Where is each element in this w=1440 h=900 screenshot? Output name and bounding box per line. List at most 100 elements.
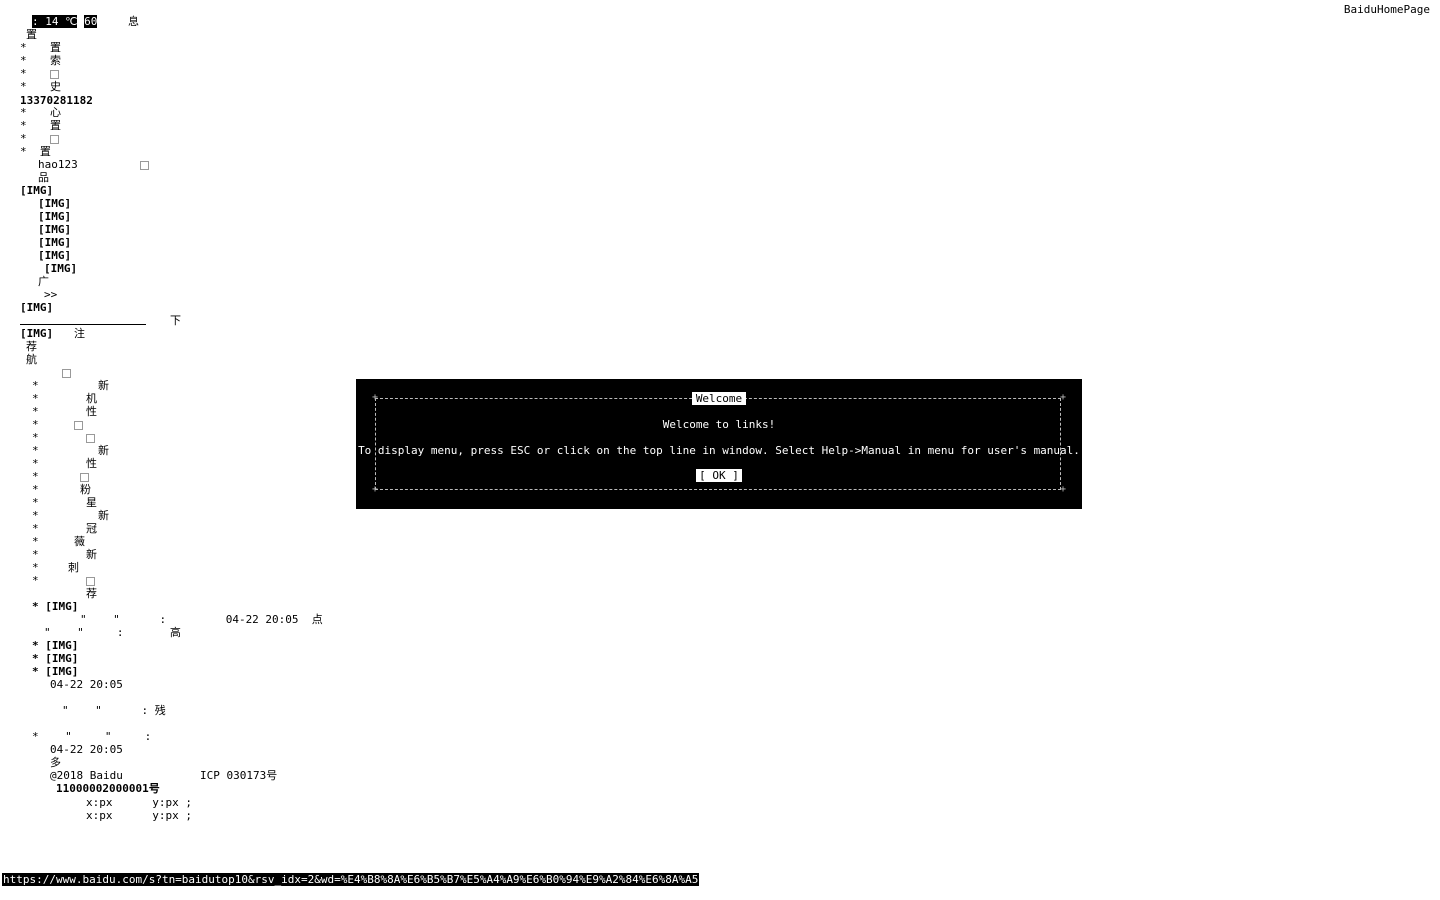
menu-bullet: * bbox=[20, 119, 27, 132]
hot-bullet: * bbox=[32, 483, 39, 496]
menu-item-advanced-search[interactable]: 索 bbox=[50, 54, 61, 67]
glyph-box-link[interactable] bbox=[140, 158, 149, 171]
hot-item[interactable]: 性 bbox=[86, 457, 97, 470]
dialog-title: Welcome bbox=[356, 392, 1082, 405]
menu-item-search-settings[interactable]: 置 bbox=[50, 41, 61, 54]
dialog-message-1: Welcome to links! bbox=[662, 418, 776, 431]
nav-image[interactable]: [IMG] bbox=[38, 223, 71, 236]
menu-bullet: * bbox=[20, 106, 27, 119]
nav-image[interactable]: [IMG] bbox=[38, 210, 71, 223]
products-link[interactable]: 品 bbox=[38, 171, 49, 184]
register-image[interactable]: [IMG] bbox=[20, 327, 53, 340]
hot-item[interactable]: 性 bbox=[86, 405, 97, 418]
search-button[interactable]: 下 bbox=[170, 314, 181, 327]
hot-item[interactable] bbox=[86, 574, 95, 587]
hot-item[interactable] bbox=[80, 470, 89, 483]
more-link[interactable]: 多 bbox=[50, 756, 61, 769]
more-arrow-link[interactable]: >> bbox=[44, 288, 57, 301]
hot-item[interactable] bbox=[86, 431, 95, 444]
debug-line: x:px y:px ; bbox=[86, 796, 192, 809]
hao123-link[interactable]: hao123 bbox=[38, 158, 78, 171]
hot-bullet: * bbox=[32, 574, 39, 587]
menu-bullet: * bbox=[20, 54, 27, 67]
hot-item[interactable]: 新 bbox=[86, 548, 97, 561]
hot-item[interactable]: 刺 bbox=[68, 561, 79, 574]
promo-image[interactable]: [IMG] bbox=[20, 301, 53, 314]
hot-item[interactable]: 新 bbox=[98, 379, 109, 392]
menu-bullet: * bbox=[20, 41, 27, 54]
news-image[interactable]: * [IMG] bbox=[32, 600, 78, 613]
register-link[interactable]: 注 bbox=[74, 327, 85, 340]
hot-bullet: * bbox=[32, 509, 39, 522]
glyph-box-icon bbox=[80, 472, 89, 482]
hot-bullet: * bbox=[32, 392, 39, 405]
news-line[interactable]: * " " : bbox=[32, 730, 151, 743]
nav-image[interactable]: [IMG] bbox=[38, 249, 71, 262]
hot-bullet: * bbox=[32, 548, 39, 561]
hot-bullet: * bbox=[32, 522, 39, 535]
menu-settings-footer[interactable]: * 置 bbox=[20, 145, 51, 158]
icp-link[interactable]: ICP 030173号 bbox=[200, 769, 277, 782]
glyph-box-icon bbox=[50, 134, 59, 144]
glyph-box-icon bbox=[140, 160, 149, 170]
weather-link[interactable]: : 14 ℃ bbox=[32, 15, 78, 28]
debug-line: x:px y:px ; bbox=[86, 809, 192, 822]
glyph-box-icon bbox=[86, 433, 95, 443]
hot-bullet: * bbox=[32, 457, 39, 470]
copyright: @2018 Baidu bbox=[50, 769, 123, 782]
hot-tail[interactable]: 荐 bbox=[86, 587, 97, 600]
news-line[interactable]: " " : 04-22 20:05 点 bbox=[80, 613, 323, 626]
frame-corner: + bbox=[1059, 484, 1066, 495]
hot-item[interactable]: 新 bbox=[98, 509, 109, 522]
menu-item-blank[interactable] bbox=[50, 67, 59, 80]
hot-bullet: * bbox=[32, 561, 39, 574]
nav-image[interactable]: [IMG] bbox=[38, 236, 71, 249]
glyph-box-icon bbox=[62, 368, 71, 378]
hot-bullet: * bbox=[32, 405, 39, 418]
news-line[interactable]: " " : 高 bbox=[44, 626, 181, 639]
news-timestamp: 04-22 20:05 bbox=[50, 678, 123, 691]
logo-image[interactable]: [IMG] bbox=[20, 184, 53, 197]
glyph-box-link[interactable] bbox=[62, 366, 71, 379]
hot-bullet: * bbox=[32, 418, 39, 431]
hot-item[interactable]: 薇 bbox=[74, 535, 85, 548]
hot-item[interactable]: 机 bbox=[86, 392, 97, 405]
glyph-box-icon bbox=[86, 576, 95, 586]
news-image[interactable]: * [IMG] bbox=[32, 665, 78, 678]
weather-bar: : 14 ℃ 60 bbox=[32, 15, 98, 28]
news-image[interactable]: * [IMG] bbox=[32, 639, 78, 652]
menu-item-account-settings[interactable]: 置 bbox=[50, 119, 61, 132]
document-title: BaiduHomePage bbox=[1343, 3, 1430, 16]
menu-item-history[interactable]: 史 bbox=[50, 80, 61, 93]
nav-image[interactable]: [IMG] bbox=[38, 197, 71, 210]
recommend-label: 荐 bbox=[26, 340, 37, 353]
news-line[interactable]: " " : 残 bbox=[62, 704, 166, 717]
aqi-link[interactable]: 60 bbox=[84, 15, 98, 28]
hot-item[interactable]: 粉 bbox=[80, 483, 91, 496]
message-link[interactable]: 息 bbox=[128, 15, 139, 28]
menu-item-blank-2[interactable] bbox=[50, 132, 59, 145]
hot-bullet: * bbox=[32, 431, 39, 444]
hot-item[interactable] bbox=[74, 418, 83, 431]
hot-bullet: * bbox=[32, 379, 39, 392]
welcome-dialog: + + + + Welcome Welcome to links! To dis… bbox=[356, 379, 1082, 509]
dialog-message-2: To display menu, press ESC or click on t… bbox=[358, 444, 1080, 457]
hot-item[interactable]: 新 bbox=[98, 444, 109, 457]
search-input[interactable] bbox=[20, 324, 146, 325]
hot-bullet: * bbox=[32, 444, 39, 457]
hot-bullet: * bbox=[32, 535, 39, 548]
police-record-link[interactable]: 11000002000001号 bbox=[56, 782, 160, 795]
ok-button[interactable]: [ OK ] bbox=[696, 469, 742, 482]
menu-item-center[interactable]: 心 bbox=[50, 106, 61, 119]
settings-header[interactable]: 置 bbox=[26, 28, 37, 41]
hot-item[interactable]: 冠 bbox=[86, 522, 97, 535]
ok-button-wrap: [ OK ] bbox=[356, 469, 1082, 482]
hot-bullet: * bbox=[32, 496, 39, 509]
news-image[interactable]: * [IMG] bbox=[32, 652, 78, 665]
hot-item[interactable]: 星 bbox=[86, 496, 97, 509]
menu-bullet: * bbox=[20, 132, 27, 145]
navigation-label: 航 bbox=[26, 353, 37, 366]
nav-image[interactable]: [IMG] bbox=[44, 262, 77, 275]
glyph-box-icon bbox=[50, 69, 59, 79]
glyph-box-icon bbox=[74, 420, 83, 430]
